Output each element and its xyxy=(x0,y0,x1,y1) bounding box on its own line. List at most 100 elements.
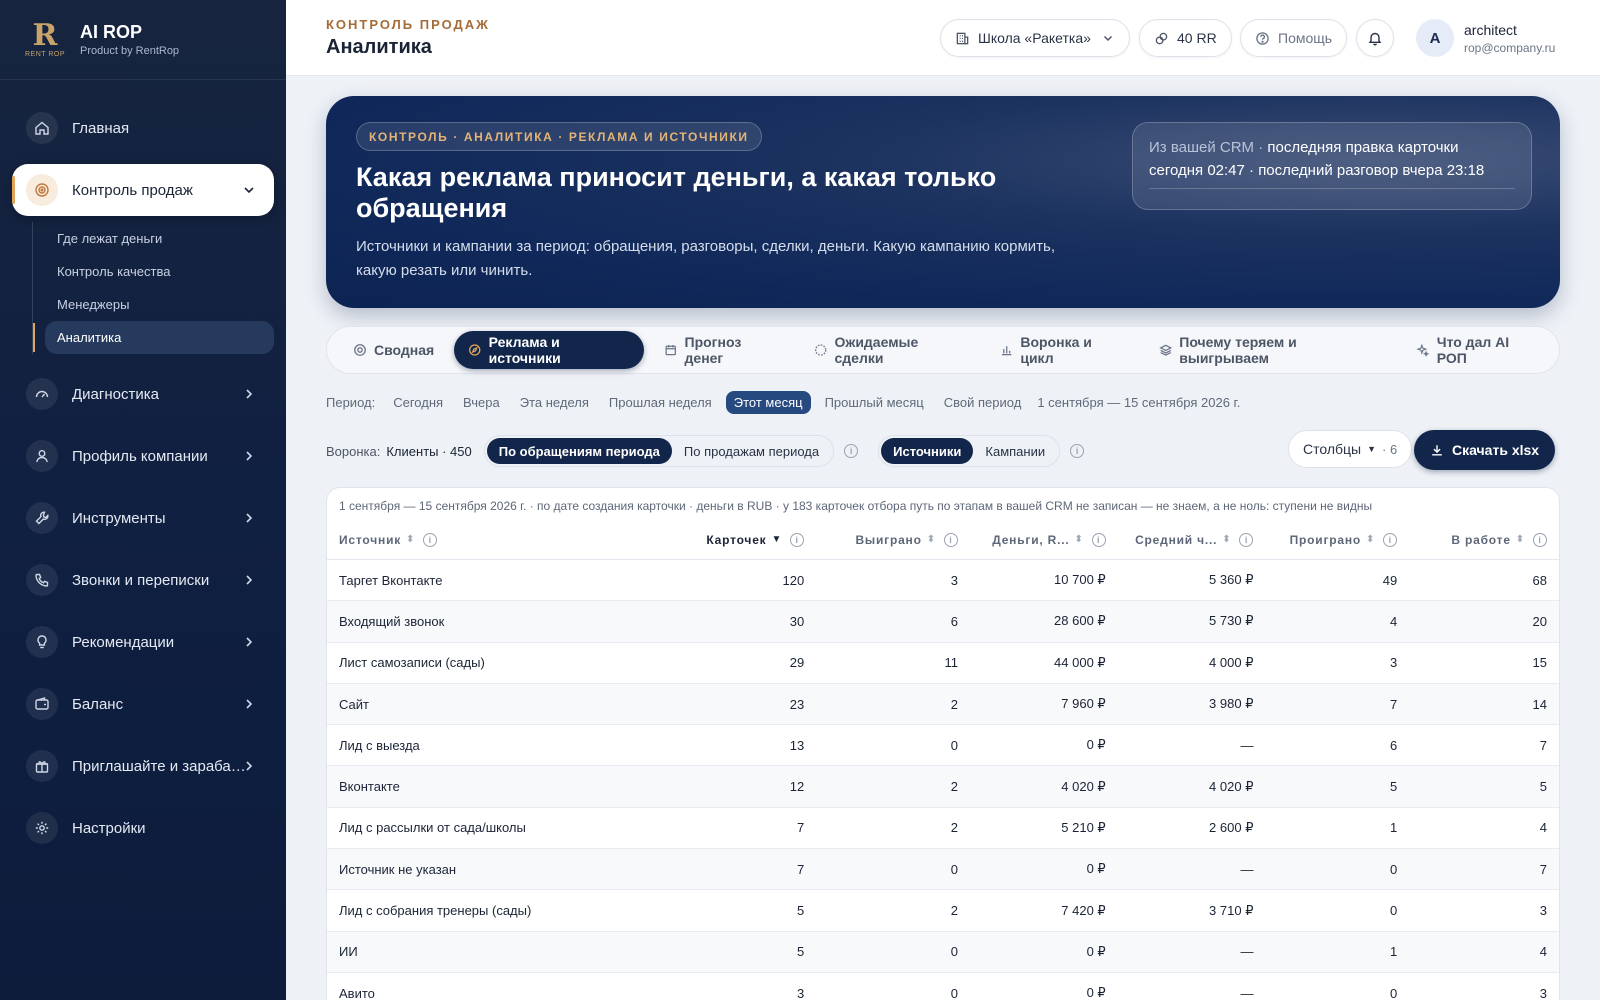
sidebar-item-referral[interactable]: Приглашайте и зараба… xyxy=(12,740,274,792)
cell-lost: 0 xyxy=(1390,903,1398,919)
subnav-item-managers[interactable]: Менеджеры xyxy=(33,288,286,321)
info-icon[interactable]: i xyxy=(943,532,958,547)
tab-money-forecast[interactable]: Прогноз денег xyxy=(650,331,794,369)
column-title: Проиграно xyxy=(1289,532,1362,547)
cell-in-progress: 3 xyxy=(1539,985,1547,1000)
tab-funnel-cycle[interactable]: Воронка и цикл xyxy=(986,331,1139,369)
sidebar-item-tools[interactable]: Инструменты xyxy=(12,492,274,544)
column-header-won[interactable]: Выиграно ⬍ i xyxy=(816,532,970,547)
sidebar-item-balance[interactable]: Баланс xyxy=(12,678,274,730)
tab-ads-sources[interactable]: Реклама и источники xyxy=(454,331,645,369)
table-row[interactable]: Лид с рассылки от сада/школы 7 2 5 210 ₽ 2 6… xyxy=(327,808,1559,850)
tab-summary[interactable]: Сводная xyxy=(339,331,448,369)
cell-avg-check: 5 730 ₽ xyxy=(1209,613,1254,629)
mode-by-requests[interactable]: По обращениям периода xyxy=(486,438,672,464)
table-row[interactable]: ИИ 5 0 0 ₽ — 1 4 xyxy=(327,931,1559,973)
cell-money: 28 600 ₽ xyxy=(1054,613,1106,629)
cell-source: Лид с рассылки от сада/школы xyxy=(339,820,526,836)
funnel-selector[interactable]: Клиенты · 450 xyxy=(386,444,471,459)
tab-expected-deals[interactable]: Ожидаемые сделки xyxy=(800,331,980,369)
column-header-avg-check[interactable]: Средний ч... ⬍ i xyxy=(1118,532,1266,547)
company-selector[interactable]: Школа «Ракетка» xyxy=(940,19,1130,57)
column-header-money[interactable]: Деньги, R... ⬍ i xyxy=(970,532,1118,547)
sidebar-item-label: Инструменты xyxy=(72,509,166,527)
cell-source: ИИ xyxy=(339,944,358,960)
sidebar-item-company-profile[interactable]: Профиль компании xyxy=(12,430,274,482)
columns-button[interactable]: Столбцы ▼ · 6 xyxy=(1288,430,1413,468)
table-row[interactable]: Источник не указан 7 0 0 ₽ — 0 7 xyxy=(327,849,1559,891)
table-row[interactable]: Лид с собрания тренеры (сады) 5 2 7 420 ₽ 3 … xyxy=(327,890,1559,932)
info-icon[interactable]: i xyxy=(1070,444,1085,458)
table-row[interactable]: Входящий звонок 30 6 28 600 ₽ 5 730 ₽ 4 20 xyxy=(327,601,1559,643)
download-xlsx-button[interactable]: Скачать xlsx xyxy=(1414,430,1556,470)
table-row[interactable]: Вконтакте 12 2 4 020 ₽ 4 020 ₽ 5 5 xyxy=(327,766,1559,808)
column-header-cards[interactable]: Карточек ▼ i xyxy=(666,532,816,547)
period-option-today[interactable]: Сегодня xyxy=(393,395,443,410)
tab-ai-rop-impact[interactable]: Что дал AI РОП xyxy=(1402,331,1553,369)
sidebar-item-diagnostics[interactable]: Диагностика xyxy=(12,368,274,420)
period-option-last-month[interactable]: Прошлый месяц xyxy=(825,395,924,410)
column-header-in-progress[interactable]: В работе ⬍ i xyxy=(1409,532,1559,547)
table-body: Таргет Вконтакте 120 3 10 700 ₽5 360 ₽49 68 … xyxy=(327,560,1559,1000)
sidebar-item-home[interactable]: Главная xyxy=(12,102,274,154)
table-row[interactable]: Лид с выезда 13 0 0 ₽ — 6 7 xyxy=(327,725,1559,767)
dial-icon xyxy=(815,344,827,356)
sidebar: R RENT ROP AI ROP Product by RentRop Гла… xyxy=(0,0,286,1000)
period-option-this-month[interactable]: Этот месяц xyxy=(725,390,811,414)
sidebar-item-recommendations[interactable]: Рекомендации xyxy=(12,616,274,668)
column-header-source[interactable]: Источник ⬍ i xyxy=(327,532,666,547)
user-name: architect xyxy=(1464,22,1517,38)
cell-cards: 29 xyxy=(789,655,805,671)
cell-won: 6 xyxy=(950,613,958,629)
table-row[interactable]: Лист самозаписи (сады) 29 11 44 000 ₽ 4 000 … xyxy=(327,643,1559,684)
divider xyxy=(1149,188,1515,189)
brand[interactable]: R RENT ROP AI ROP Product by RentRop xyxy=(0,0,286,80)
group-sources[interactable]: Источники xyxy=(881,438,974,464)
column-header-lost[interactable]: Проиграно ⬍ i xyxy=(1265,532,1409,547)
help-button[interactable]: Помощь xyxy=(1240,19,1348,57)
sidebar-item-label: Рекомендации xyxy=(72,633,175,651)
tab-why-lose-win[interactable]: Почему теряем и выигрываем xyxy=(1145,331,1396,369)
period-option-last-week[interactable]: Прошлая неделя xyxy=(609,395,712,410)
info-icon[interactable]: i xyxy=(1383,532,1398,547)
notifications-button[interactable] xyxy=(1356,19,1394,57)
info-icon[interactable]: i xyxy=(1091,532,1106,547)
table-row[interactable]: Сайт 23 2 7 960 ₽ 3 980 ₽ 7 14 xyxy=(327,683,1559,726)
period-option-custom[interactable]: Свой период xyxy=(944,395,1022,410)
cell-cards: 3 xyxy=(796,985,805,1000)
sidebar-item-settings[interactable]: Настройки xyxy=(12,802,274,854)
period-option-yesterday[interactable]: Вчера xyxy=(463,395,500,410)
info-icon[interactable]: i xyxy=(423,532,438,547)
subnav-item-quality[interactable]: Контроль качества xyxy=(33,255,286,288)
balance-pill[interactable]: 40 RR xyxy=(1139,19,1232,57)
cell-lost: 6 xyxy=(1390,737,1398,753)
brand-logo: R RENT ROP xyxy=(24,17,66,63)
info-icon[interactable]: i xyxy=(1532,532,1547,547)
sort-icon: ⬍ xyxy=(1515,534,1525,545)
building-icon xyxy=(956,32,969,44)
sidebar-item-sales-control[interactable]: Контроль продаж xyxy=(12,164,274,216)
table-row[interactable]: Авито 3 0 0 ₽ — 0 3 xyxy=(327,973,1559,1000)
cell-avg-check: — xyxy=(1240,737,1254,753)
subnav-item-analytics[interactable]: Аналитика xyxy=(33,321,274,354)
cell-cards: 30 xyxy=(789,613,805,629)
info-icon[interactable]: i xyxy=(790,532,805,547)
balance-value: 40 RR xyxy=(1177,30,1217,46)
subnav-item-money[interactable]: Где лежат деньги xyxy=(33,222,286,255)
group-campaigns[interactable]: Кампании xyxy=(973,438,1057,464)
crm-prefix: Из вашей CRM · xyxy=(1149,139,1264,156)
table-row[interactable]: Таргет Вконтакте 120 3 10 700 ₽ 5 360 ₽ 49 68 xyxy=(327,560,1559,602)
cell-won: 2 xyxy=(950,903,958,919)
hero-banner: КОНТРОЛЬ · АНАЛИТИКА · РЕКЛАМА И ИСТОЧНИ… xyxy=(326,96,1560,308)
page-kicker: КОНТРОЛЬ ПРОДАЖ xyxy=(326,17,490,32)
period-option-this-week[interactable]: Эта неделя xyxy=(520,395,589,410)
tab-label: Ожидаемые сделки xyxy=(834,334,919,366)
info-icon[interactable]: i xyxy=(1239,532,1254,547)
cell-lost: 0 xyxy=(1390,861,1398,877)
column-title: Выиграно xyxy=(855,532,922,547)
avatar[interactable]: A xyxy=(1416,19,1454,57)
cell-in-progress: 20 xyxy=(1532,613,1547,629)
sidebar-item-calls[interactable]: Звонки и переписки xyxy=(12,554,274,606)
mode-by-sales[interactable]: По продажам периода xyxy=(672,438,831,464)
info-icon[interactable]: i xyxy=(844,444,859,458)
